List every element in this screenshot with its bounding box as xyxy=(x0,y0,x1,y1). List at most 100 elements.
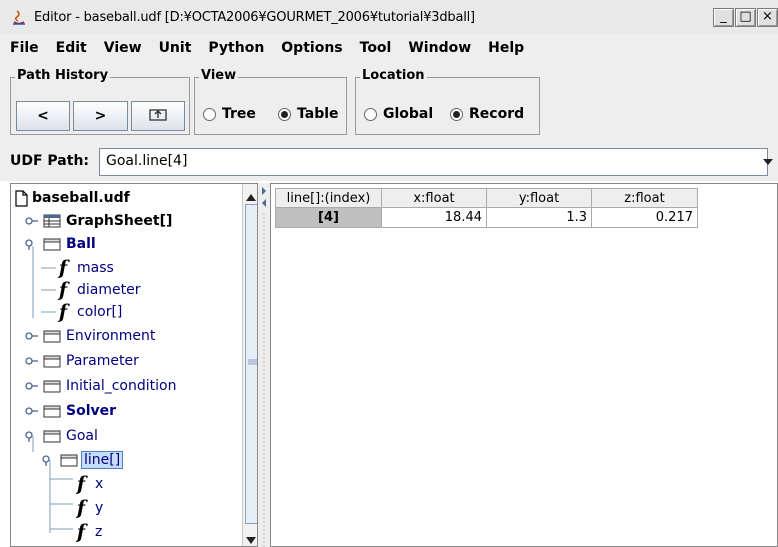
tree-item-ball[interactable]: Ball xyxy=(25,233,96,255)
column-header[interactable]: y:float xyxy=(486,188,592,208)
tree-panel: baseball.udf GraphSheet[] Ball f mass f … xyxy=(10,183,258,547)
column-header[interactable]: x:float xyxy=(381,188,487,208)
location-global-radio[interactable]: Global xyxy=(364,106,433,122)
view-table-radio[interactable]: Table xyxy=(278,106,339,122)
menu-tool[interactable]: Tool xyxy=(360,40,392,56)
toolbar: Path History < > View Tree Table Locatio… xyxy=(0,61,778,145)
tree-item-label: color[] xyxy=(77,304,123,320)
menu-file[interactable]: File xyxy=(10,40,39,56)
menu-window[interactable]: Window xyxy=(408,40,471,56)
tree-item-label: Solver xyxy=(66,403,117,419)
function-icon: f xyxy=(76,497,86,519)
tree-item-graphsheet[interactable]: GraphSheet[] xyxy=(25,210,172,232)
table-cell[interactable]: 1.3 xyxy=(486,207,592,228)
function-icon: f xyxy=(76,521,86,543)
chevron-down-icon[interactable] xyxy=(758,148,778,176)
table-icon xyxy=(43,214,61,228)
window-title: Editor - baseball.udf [D:¥OCTA2006¥GOURM… xyxy=(34,9,475,25)
location-global-label: Global xyxy=(383,106,434,122)
scroll-thumb[interactable] xyxy=(245,204,257,524)
data-table: line[]:(index) x:float y:float z:float [… xyxy=(275,188,698,228)
tree-item-mass[interactable]: f mass xyxy=(57,257,114,279)
tree-item-color[interactable]: f color[] xyxy=(57,301,123,323)
table-panel: line[]:(index) x:float y:float z:float [… xyxy=(270,183,778,547)
tree-item-label: GraphSheet[] xyxy=(66,213,173,229)
handle-collapsed-icon[interactable] xyxy=(25,406,39,416)
forward-button[interactable]: > xyxy=(73,101,128,131)
tree-item-label: mass xyxy=(77,260,114,276)
tree-item-parameter[interactable]: Parameter xyxy=(25,350,139,372)
handle-expanded-icon[interactable] xyxy=(42,455,56,466)
back-button[interactable]: < xyxy=(16,101,70,131)
maximize-button[interactable]: □ xyxy=(735,8,756,27)
tree-item-label: y xyxy=(95,500,104,516)
java-icon xyxy=(10,8,28,26)
folder-icon xyxy=(43,429,61,443)
udf-path-label: UDF Path: xyxy=(10,153,90,169)
folder-icon xyxy=(43,404,61,418)
tree-item-z[interactable]: f z xyxy=(75,521,102,543)
handle-expanded-icon[interactable] xyxy=(25,239,39,250)
split-divider[interactable] xyxy=(258,183,270,547)
location-record-label: Record xyxy=(469,106,525,122)
path-history-title: Path History xyxy=(15,68,111,83)
function-icon: f xyxy=(76,473,86,495)
scroll-down-icon[interactable] xyxy=(246,533,256,546)
folder-icon xyxy=(43,329,61,343)
scroll-up-icon[interactable] xyxy=(246,190,256,205)
handle-collapsed-icon[interactable] xyxy=(25,356,39,366)
tree-item-label: z xyxy=(95,524,103,540)
tree-item-diameter[interactable]: f diameter xyxy=(57,279,141,301)
radio-icon xyxy=(364,107,377,121)
function-icon: f xyxy=(58,301,68,323)
tree-item-goal[interactable]: Goal xyxy=(25,425,98,447)
menu-python[interactable]: Python xyxy=(208,40,264,56)
table-cell[interactable]: 0.217 xyxy=(591,207,698,228)
udf-path-input[interactable]: Goal.line[4] xyxy=(99,148,768,176)
tree-item-initial-condition[interactable]: Initial_condition xyxy=(25,375,176,397)
view-tree-radio[interactable]: Tree xyxy=(203,106,256,122)
table-cell[interactable]: 18.44 xyxy=(381,207,487,228)
minimize-button[interactable]: _ xyxy=(713,8,734,27)
location-record-radio[interactable]: Record xyxy=(450,106,524,122)
menu-edit[interactable]: Edit xyxy=(56,40,87,56)
jump-up-icon xyxy=(149,107,167,125)
menu-options[interactable]: Options xyxy=(281,40,342,56)
column-header[interactable]: z:float xyxy=(591,188,698,208)
menu-view[interactable]: View xyxy=(104,40,142,56)
folder-icon xyxy=(43,354,61,368)
view-title: View xyxy=(199,68,239,83)
handle-collapsed-icon[interactable] xyxy=(25,331,39,341)
handle-collapsed-icon[interactable] xyxy=(25,216,39,226)
folder-icon xyxy=(43,379,61,393)
function-icon: f xyxy=(58,257,68,279)
tree-scrollbar[interactable] xyxy=(242,184,257,546)
tree-item-label: x xyxy=(95,476,104,492)
function-icon: f xyxy=(58,279,68,301)
menu-unit[interactable]: Unit xyxy=(159,40,192,56)
table-row: [4] 18.44 1.3 0.217 xyxy=(275,207,698,228)
jump-up-button[interactable] xyxy=(131,101,185,131)
handle-collapsed-icon[interactable] xyxy=(25,381,39,391)
row-index-cell[interactable]: [4] xyxy=(275,207,382,228)
tree-item-solver[interactable]: Solver xyxy=(25,400,116,422)
radio-icon xyxy=(203,107,216,121)
tree-item-environment[interactable]: Environment xyxy=(25,325,155,347)
tree-item-label: line[] xyxy=(81,451,124,469)
tree-item-label: Environment xyxy=(66,328,156,344)
close-button[interactable]: × xyxy=(757,8,778,27)
column-header[interactable]: line[]:(index) xyxy=(275,188,382,208)
udf-path-row: UDF Path: Goal.line[4] xyxy=(0,145,778,181)
tree-item-y[interactable]: f y xyxy=(75,497,103,519)
folder-icon xyxy=(60,453,78,467)
tree-item-label: Initial_condition xyxy=(66,378,177,394)
handle-expanded-icon[interactable] xyxy=(25,431,39,442)
radio-selected-icon xyxy=(450,107,463,121)
menu-help[interactable]: Help xyxy=(488,40,524,56)
view-tree-label: Tree xyxy=(222,106,256,122)
tree-item-line[interactable]: line[] xyxy=(42,449,124,471)
tree-item-label: Ball xyxy=(66,236,96,252)
radio-selected-icon xyxy=(278,107,291,121)
tree-item-label: Goal xyxy=(66,428,98,444)
tree-item-x[interactable]: f x xyxy=(75,473,103,495)
